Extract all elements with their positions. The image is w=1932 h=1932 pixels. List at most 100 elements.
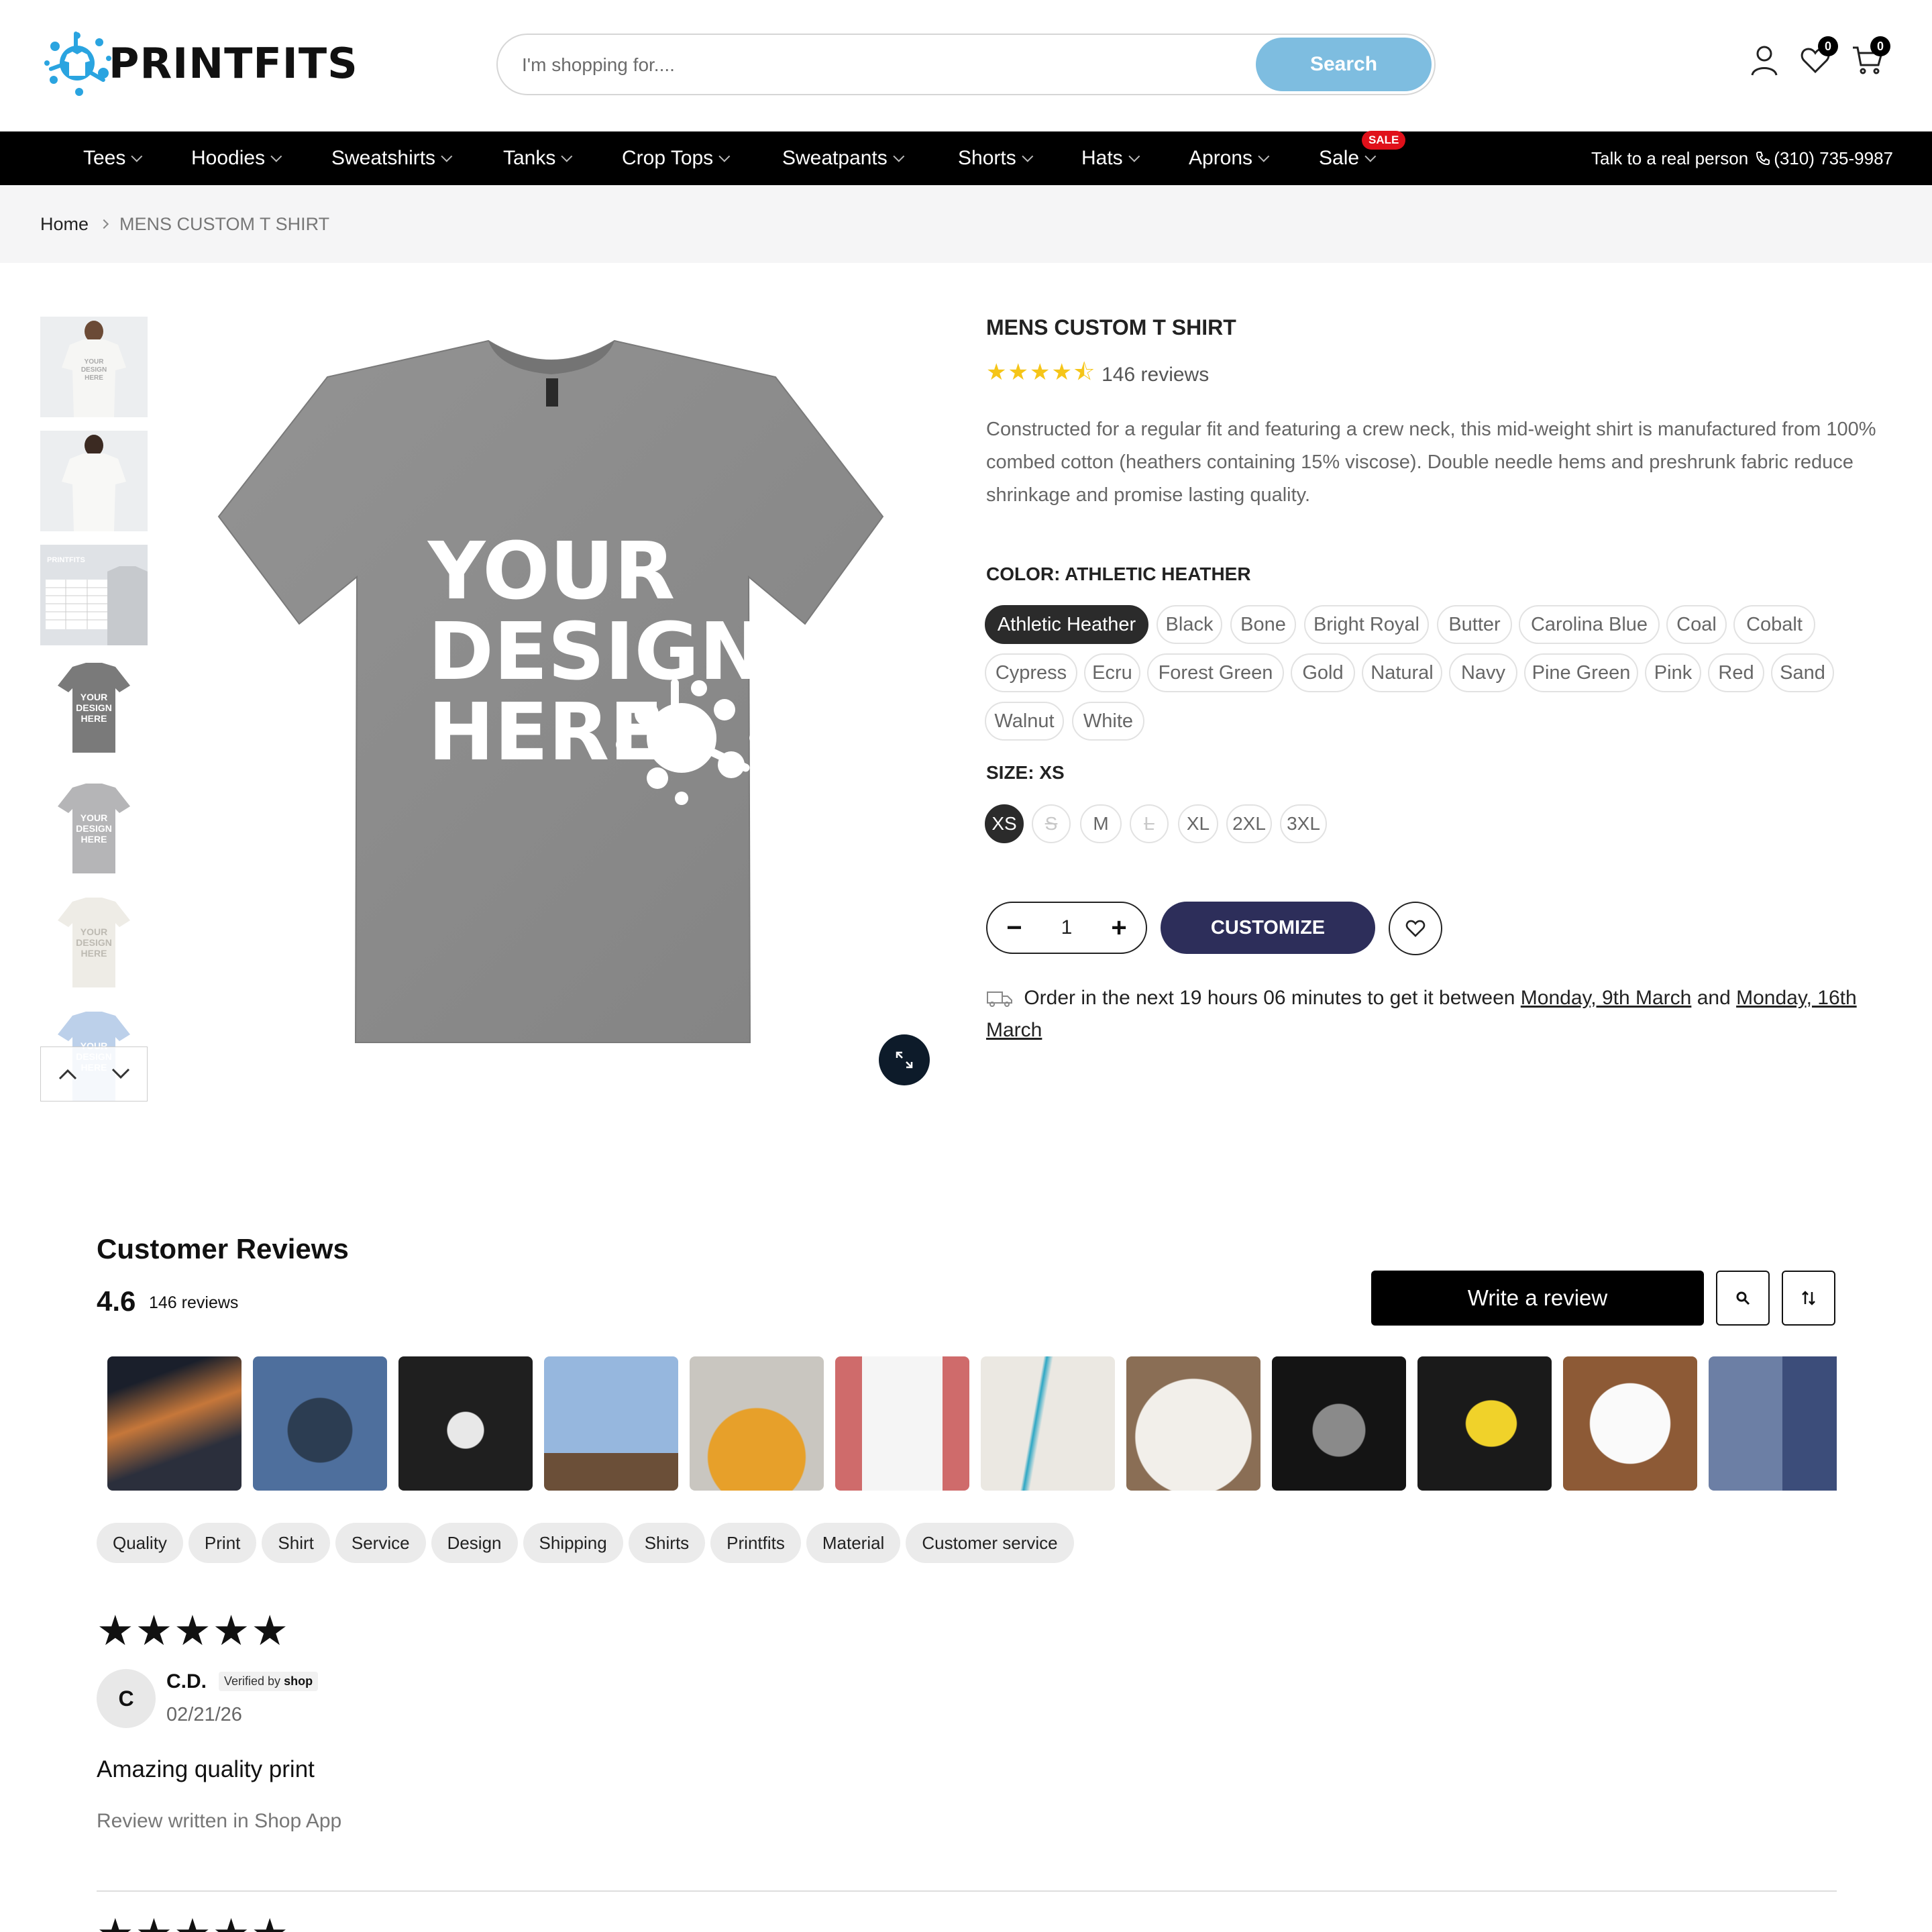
zoom-image-button[interactable] bbox=[879, 1034, 930, 1085]
nav-item-hats[interactable]: Hats bbox=[1081, 131, 1140, 185]
color-swatch-bright-royal[interactable]: Bright Royal bbox=[1304, 605, 1429, 644]
review-tag-shirt[interactable]: Shirt bbox=[262, 1523, 330, 1563]
color-swatch-walnut[interactable]: Walnut bbox=[985, 702, 1064, 741]
search-button[interactable]: Search bbox=[1256, 38, 1432, 91]
color-swatch-coal[interactable]: Coal bbox=[1666, 605, 1727, 644]
review-tag-quality[interactable]: Quality bbox=[97, 1523, 183, 1563]
review-tag-print[interactable]: Print bbox=[188, 1523, 257, 1563]
contact-phone-link[interactable]: Talk to a real person (310) 735-9987 bbox=[1591, 131, 1893, 185]
search-reviews-button[interactable] bbox=[1716, 1271, 1770, 1326]
review-tag-shipping[interactable]: Shipping bbox=[523, 1523, 623, 1563]
logo-splash-icon bbox=[40, 26, 114, 100]
color-swatch-carolina-blue[interactable]: Carolina Blue bbox=[1519, 605, 1660, 644]
nav-item-tees[interactable]: Tees bbox=[83, 131, 143, 185]
nav-item-hoodies[interactable]: Hoodies bbox=[191, 131, 282, 185]
write-review-button[interactable]: Write a review bbox=[1371, 1271, 1704, 1326]
review-photo[interactable] bbox=[253, 1356, 387, 1491]
review-photo[interactable] bbox=[1126, 1356, 1260, 1491]
review-tag-filters: Quality Print Shirt Service Design Shipping Sh… bbox=[97, 1523, 1074, 1563]
review-tag-customer-service[interactable]: Customer service bbox=[906, 1523, 1074, 1563]
color-swatch-pink[interactable]: Pink bbox=[1645, 653, 1701, 692]
search-input[interactable] bbox=[522, 47, 1193, 83]
review-count-link[interactable]: 146 reviews bbox=[1102, 364, 1209, 386]
wishlist-icon[interactable]: 0 bbox=[1796, 36, 1838, 79]
review-photo[interactable] bbox=[1272, 1356, 1406, 1491]
color-swatch-red[interactable]: Red bbox=[1708, 653, 1764, 692]
printfits-logo[interactable]: PRINTFITS bbox=[40, 25, 358, 101]
phone-number: (310) 735-9987 bbox=[1774, 148, 1893, 168]
nav-item-aprons[interactable]: Aprons bbox=[1189, 131, 1270, 185]
cart-icon[interactable]: 0 bbox=[1849, 36, 1890, 79]
size-option-2xl[interactable]: 2XL bbox=[1226, 804, 1272, 843]
color-swatch-gold[interactable]: Gold bbox=[1291, 653, 1355, 692]
thumbnail-model-front[interactable]: YOUR DESIGN HERE bbox=[40, 317, 148, 417]
svg-text:HERE: HERE bbox=[81, 834, 107, 845]
add-to-wishlist-button[interactable] bbox=[1389, 902, 1442, 955]
review-tag-material[interactable]: Material bbox=[806, 1523, 901, 1563]
account-icon[interactable] bbox=[1746, 42, 1783, 79]
color-swatch-forest-green[interactable]: Forest Green bbox=[1147, 653, 1284, 692]
quantity-increase-button[interactable]: + bbox=[1092, 903, 1146, 953]
nav-item-sweatpants[interactable]: Sweatpants bbox=[782, 131, 905, 185]
quantity-value[interactable]: 1 bbox=[1041, 916, 1092, 939]
main-product-image[interactable]: YOUR DESIGN HERE bbox=[201, 335, 899, 1073]
chevron-down-icon bbox=[441, 150, 453, 162]
nav-item-sweatshirts[interactable]: Sweatshirts bbox=[331, 131, 453, 185]
review-photo[interactable] bbox=[835, 1356, 969, 1491]
color-swatch-black[interactable]: Black bbox=[1157, 605, 1222, 644]
color-swatch-cypress[interactable]: Cypress bbox=[985, 653, 1077, 692]
color-swatch-athletic-heather[interactable]: Athletic Heather bbox=[985, 605, 1148, 644]
svg-text:HERE: HERE bbox=[81, 948, 107, 959]
thumbnail-model-back[interactable] bbox=[40, 431, 148, 531]
thumbnail-prev-button[interactable] bbox=[41, 1047, 94, 1101]
color-swatch-cobalt[interactable]: Cobalt bbox=[1733, 605, 1815, 644]
review-photo[interactable] bbox=[398, 1356, 533, 1491]
size-option-3xl[interactable]: 3XL bbox=[1280, 804, 1327, 843]
review-body: Review written in Shop App bbox=[97, 1810, 342, 1832]
breadcrumb-home-link[interactable]: Home bbox=[40, 214, 89, 235]
review-tag-shirts[interactable]: Shirts bbox=[628, 1523, 706, 1563]
color-swatch-navy[interactable]: Navy bbox=[1449, 653, 1517, 692]
review-photo[interactable] bbox=[690, 1356, 824, 1491]
thumbnail-tee-athletic-heather[interactable]: YOUR DESIGN HERE bbox=[40, 659, 148, 759]
delivery-and: and bbox=[1697, 987, 1731, 1009]
nav-label: Sale bbox=[1319, 147, 1360, 169]
review-photo[interactable] bbox=[1417, 1356, 1552, 1491]
review-tag-design[interactable]: Design bbox=[431, 1523, 518, 1563]
review-photo[interactable] bbox=[107, 1356, 241, 1491]
color-swatch-pine-green[interactable]: Pine Green bbox=[1524, 653, 1638, 692]
color-swatch-sand[interactable]: Sand bbox=[1771, 653, 1834, 692]
size-option-m[interactable]: M bbox=[1080, 804, 1122, 843]
thumbnail-tee-natural[interactable]: YOUR DESIGN HERE bbox=[40, 894, 148, 994]
color-swatch-natural[interactable]: Natural bbox=[1362, 653, 1442, 692]
review-tag-service[interactable]: Service bbox=[335, 1523, 426, 1563]
review-tag-printfits[interactable]: Printfits bbox=[710, 1523, 801, 1563]
size-option-s[interactable]: S bbox=[1032, 804, 1071, 843]
size-option-xl[interactable]: XL bbox=[1178, 804, 1218, 843]
wishlist-count-badge: 0 bbox=[1818, 36, 1838, 56]
review-photo[interactable] bbox=[981, 1356, 1115, 1491]
nav-label: Tanks bbox=[503, 147, 556, 169]
nav-item-crop-tops[interactable]: Crop Tops bbox=[622, 131, 731, 185]
quantity-decrease-button[interactable]: − bbox=[987, 903, 1041, 953]
sort-reviews-button[interactable] bbox=[1782, 1271, 1835, 1326]
thumbnail-next-button[interactable] bbox=[94, 1047, 147, 1101]
size-option-xs[interactable]: XS bbox=[985, 804, 1024, 843]
color-swatch-white[interactable]: White bbox=[1072, 702, 1144, 741]
thumbnail-size-chart[interactable]: PRINTFITS bbox=[40, 545, 148, 645]
product-rating[interactable]: ★★★★⯪ 146 reviews bbox=[986, 360, 1209, 390]
review-heading: Amazing quality print bbox=[97, 1756, 315, 1782]
color-swatch-ecru[interactable]: Ecru bbox=[1084, 653, 1140, 692]
size-option-l[interactable]: L bbox=[1130, 804, 1169, 843]
color-swatch-butter[interactable]: Butter bbox=[1437, 605, 1512, 644]
review-photo[interactable] bbox=[544, 1356, 678, 1491]
svg-text:DESIGN: DESIGN bbox=[76, 702, 112, 713]
customize-button[interactable]: CUSTOMIZE bbox=[1161, 902, 1375, 954]
review-photo[interactable] bbox=[1709, 1356, 1837, 1491]
nav-item-shorts[interactable]: Shorts bbox=[958, 131, 1034, 185]
thumbnail-tee-light-gray[interactable]: YOUR DESIGN HERE bbox=[40, 780, 148, 880]
review-photo[interactable] bbox=[1563, 1356, 1697, 1491]
nav-label: Crop Tops bbox=[622, 147, 714, 169]
color-swatch-bone[interactable]: Bone bbox=[1230, 605, 1296, 644]
nav-item-tanks[interactable]: Tanks bbox=[503, 131, 573, 185]
